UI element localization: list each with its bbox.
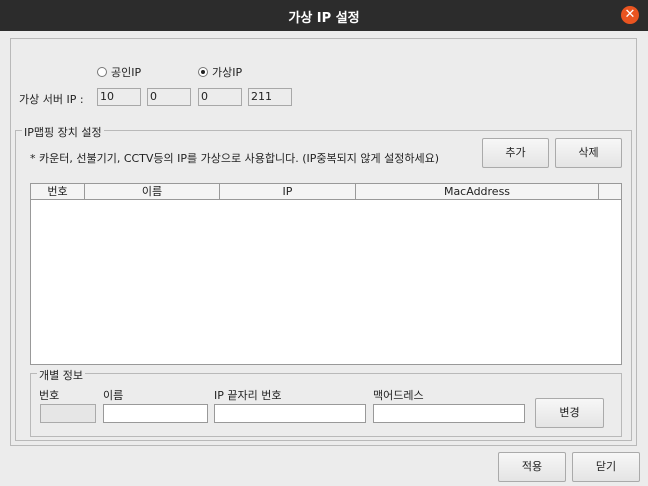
column-header-number[interactable]: 번호: [31, 184, 85, 199]
detail-mac-field[interactable]: [373, 404, 525, 423]
server-ip-octet-3[interactable]: 0: [198, 88, 242, 106]
server-ip-octet-1[interactable]: 10: [97, 88, 141, 106]
dialog-body: 공인IP 가상IP 가상 서버 IP : 10 0 0 211 IP맵핑 장치 …: [0, 31, 648, 486]
mapping-notice: * 카운터, 선불기기, CCTV등의 IP를 가상으로 사용합니다. (IP중…: [30, 152, 439, 165]
detail-name-field[interactable]: [103, 404, 208, 423]
detail-ip-last-label: IP 끝자리 번호: [214, 389, 282, 402]
detail-number-field: [40, 404, 96, 423]
add-button[interactable]: 추가: [482, 138, 549, 168]
radio-virtual-ip-circle[interactable]: [198, 67, 208, 77]
radio-public-ip-label: 공인IP: [111, 66, 142, 79]
close-button[interactable]: 닫기: [572, 452, 640, 482]
delete-button[interactable]: 삭제: [555, 138, 622, 168]
server-ip-label: 가상 서버 IP :: [19, 93, 84, 106]
column-header-name[interactable]: 이름: [85, 184, 220, 199]
settings-panel: 공인IP 가상IP 가상 서버 IP : 10 0 0 211 IP맵핑 장치 …: [10, 38, 637, 446]
server-ip-octet-4[interactable]: 211: [248, 88, 292, 106]
detail-mac-label: 맥어드레스: [373, 389, 424, 402]
detail-legend: 개별 정보: [37, 367, 85, 383]
change-button[interactable]: 변경: [535, 398, 604, 428]
window-title: 가상 IP 설정: [288, 11, 360, 26]
mapping-legend: IP맵핑 장치 설정: [22, 124, 104, 140]
radio-virtual-ip-label: 가상IP: [212, 66, 243, 79]
column-header-filler: [599, 184, 621, 199]
apply-button[interactable]: 적용: [498, 452, 566, 482]
radio-virtual-ip[interactable]: 가상IP: [198, 64, 242, 80]
radio-public-ip-circle[interactable]: [97, 67, 107, 77]
table-header: 번호 이름 IP MacAddress: [31, 184, 621, 200]
close-icon[interactable]: ✕: [621, 6, 639, 24]
mapping-table[interactable]: 번호 이름 IP MacAddress: [30, 183, 622, 365]
title-bar: 가상 IP 설정 ✕: [0, 0, 648, 31]
detail-name-label: 이름: [103, 389, 124, 402]
server-ip-octet-2[interactable]: 0: [147, 88, 191, 106]
radio-public-ip[interactable]: 공인IP: [97, 64, 141, 80]
detail-number-label: 번호: [39, 389, 60, 402]
detail-ip-last-field[interactable]: [214, 404, 366, 423]
column-header-mac[interactable]: MacAddress: [356, 184, 599, 199]
column-header-ip[interactable]: IP: [220, 184, 356, 199]
